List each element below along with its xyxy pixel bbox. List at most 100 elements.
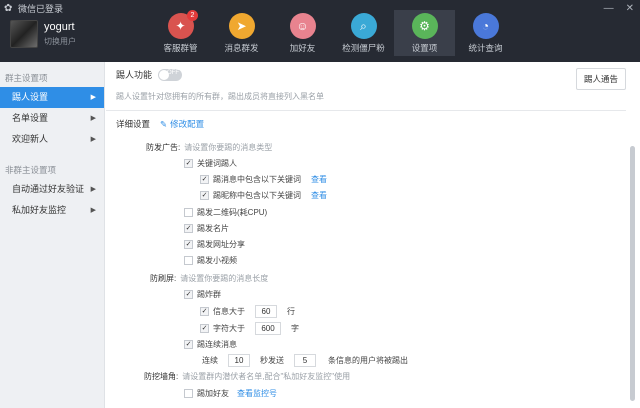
window-title: 微信已登录 [18,4,64,14]
main-panel: 踢人功能 OFF 踢人通告 踢人设置针对您拥有的所有群，踢出成员将直接列入黑名单… [106,62,640,408]
header: ✿ 微信已登录 — ✕ yogurt 切换用户 ✦ 2 客服群管 ➤ 消息群发 [0,0,640,62]
add-friend-checkbox[interactable] [184,389,193,398]
kick-group-row: ✓ 踢炸群 [184,289,221,300]
card-label: 踢发名片 [197,224,229,233]
char-over-row: ✓ 字符大于 600 字 [200,322,299,335]
chevron-right-icon: ▶ [90,94,96,101]
edit-config-label: 修改配置 [170,119,205,129]
add-friend-label: 踢加好友 [197,389,229,398]
sidebar-item-label: 踢人设置 [12,92,49,102]
close-button[interactable]: ✕ [626,3,634,14]
chevron-right-icon: ▶ [90,136,96,143]
send-icon: ➤ [228,13,255,39]
nav-statistics[interactable]: ◔ 统计查询 [455,10,516,56]
msg-keyword-label: 踢消息中包含以下关键词 [213,175,301,184]
kick-notice-button[interactable]: 踢人通告 [576,68,626,90]
nav-label: 统计查询 [468,43,503,53]
nick-keyword-checkbox[interactable]: ✓ [200,191,209,200]
toggle-state: OFF [167,69,180,76]
keyword-kick-row: ✓ 关键词踢人 [184,158,237,169]
sidebar-item-kick-settings[interactable]: 踢人设置 ▶ [0,87,104,108]
view-monitor-link[interactable]: 查看监控号 [237,388,277,399]
nick-keyword-view-link[interactable]: 查看 [311,190,327,201]
kick-toggle[interactable]: OFF [158,68,183,81]
sidebar: 群主设置项 踢人设置 ▶ 名单设置 ▶ 欢迎新人 ▶ 非群主设置项 自动通过好友验证 ▶… [0,62,105,408]
info-over-checkbox[interactable]: ✓ [200,307,209,316]
poach-header-row: 防挖墙角: 请设置群内潜伏者名单,配合"私加好友监控"使用 [144,371,350,382]
kick-description: 踢人设置针对您拥有的所有群，踢出成员将直接列入黑名单 [116,92,324,101]
card-row: ✓ 踢发名片 [184,223,229,234]
window-controls: — ✕ [604,3,634,14]
nav-mass-message[interactable]: ➤ 消息群发 [211,10,272,56]
keyword-kick-checkbox[interactable]: ✓ [184,159,193,168]
nav-label: 设置项 [411,43,438,53]
char-over-checkbox[interactable]: ✓ [200,324,209,333]
sidebar-item-label: 欢迎新人 [12,134,49,144]
ads-header-row: 防发广告: 请设置你要踢的消息类型 [146,142,272,153]
top-nav: ✦ 2 客服群管 ➤ 消息群发 ☺ 加好友 ⌕ 检测僵尸粉 ⚙ 设置项 ◔ 统计… [150,10,516,56]
nav-detect-zombie[interactable]: ⌕ 检测僵尸粉 [333,10,394,56]
kick-group-checkbox[interactable]: ✓ [184,290,193,299]
seconds-input[interactable]: 10 [228,354,250,367]
info-over-row: ✓ 信息大于 60 行 [200,305,295,318]
qr-row: 踢发二维码(耗CPU) [184,207,267,218]
video-label: 踢发小视频 [197,256,237,265]
poach-label: 防挖墙角: [144,372,179,381]
user-profile: yogurt 切换用户 [10,20,76,48]
scrollbar[interactable] [630,146,635,401]
app-logo-icon: ✿ [4,2,13,14]
info-over-unit: 行 [287,307,295,316]
avatar[interactable] [10,20,38,48]
sidebar-group-owner: 群主设置项 [5,73,48,83]
title-bar: ✿ 微信已登录 [4,2,63,15]
sidebar-group-non-owner: 非群主设置项 [5,165,57,175]
info-over-input[interactable]: 60 [255,305,277,318]
sidebar-item-friend-monitor[interactable]: 私加好友监控 ▶ [0,200,104,221]
count-input[interactable]: 5 [294,354,316,367]
msg-keyword-checkbox[interactable]: ✓ [200,175,209,184]
char-over-input[interactable]: 600 [255,322,281,335]
minimize-button[interactable]: — [604,3,614,14]
sidebar-item-list-settings[interactable]: 名单设置 ▶ [0,108,104,129]
person-icon: ☺ [289,13,316,39]
qr-checkbox[interactable] [184,208,193,217]
char-over-unit: 字 [291,324,299,333]
edit-config-link[interactable]: ✎ 修改配置 [160,118,204,130]
gear-icon: ⚙ [411,13,438,39]
divider [106,110,626,111]
video-row: 踢发小视频 [184,255,237,266]
sidebar-item-label: 私加好友监控 [12,205,67,215]
continuous-checkbox[interactable]: ✓ [184,340,193,349]
nav-label: 加好友 [289,43,316,53]
username: yogurt [44,21,75,33]
chevron-right-icon: ▶ [90,207,96,214]
nick-keyword-row: ✓ 踢昵称中包含以下关键词 查看 [200,190,327,201]
link-share-row: ✓ 踢发网址分享 [184,239,245,250]
sidebar-item-welcome[interactable]: 欢迎新人 ▶ [0,129,104,150]
flood-hint: 请设置你要踢的消息长度 [180,274,269,283]
sidebar-item-auto-accept[interactable]: 自动通过好友验证 ▶ [0,179,104,200]
sidebar-item-label: 自动通过好友验证 [12,184,85,194]
nav-label: 客服群管 [163,43,198,53]
video-checkbox[interactable] [184,256,193,265]
nav-settings[interactable]: ⚙ 设置项 [394,10,455,56]
notification-badge: 2 [187,10,198,21]
pencil-icon: ✎ [160,118,168,129]
sidebar-item-label: 名单设置 [12,113,49,123]
detail-settings-label: 详细设置 [116,119,151,129]
nav-add-friend[interactable]: ☺ 加好友 [272,10,333,56]
seconds-label: 秒发送 [260,356,284,365]
card-checkbox[interactable]: ✓ [184,224,193,233]
ads-label: 防发广告: [146,143,181,152]
count-label: 条信息的用户将被踢出 [328,356,408,365]
nav-customer-service[interactable]: ✦ 2 客服群管 [150,10,211,56]
switch-user-link[interactable]: 切换用户 [44,36,76,47]
consecutive-row: 连续 10 秒发送 5 条信息的用户将被踢出 [202,354,408,367]
info-over-label: 信息大于 [213,307,245,316]
kick-toggle-row: 踢人功能 OFF [116,68,183,81]
link-share-label: 踢发网址分享 [197,240,245,249]
link-share-checkbox[interactable]: ✓ [184,240,193,249]
pie-chart-icon: ◔ [472,13,499,39]
continuous-label: 踢连续消息 [197,340,237,349]
msg-keyword-view-link[interactable]: 查看 [311,174,327,185]
